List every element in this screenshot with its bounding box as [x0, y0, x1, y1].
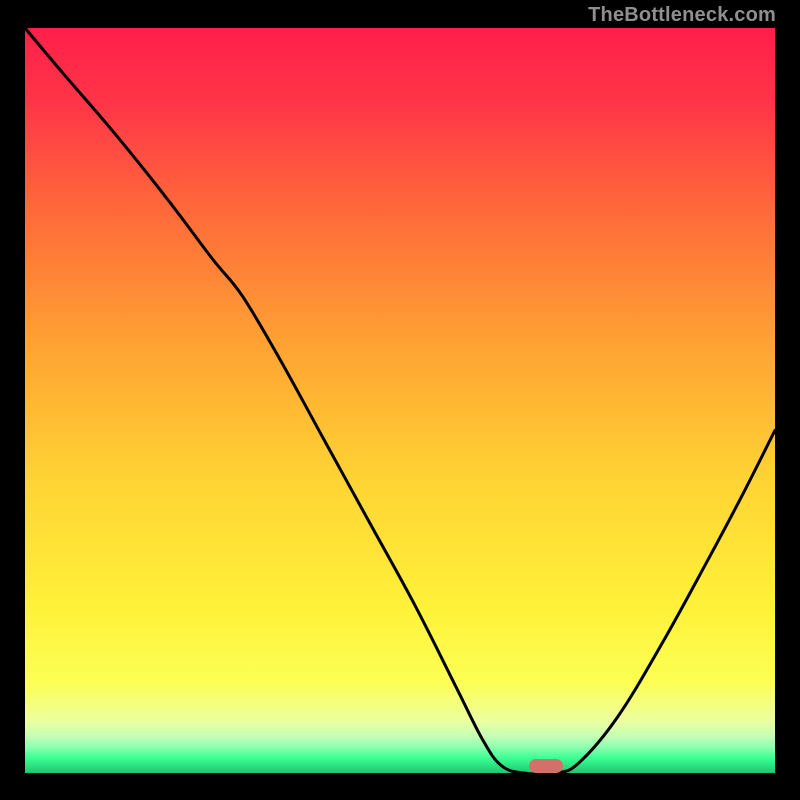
watermark-text: TheBottleneck.com [588, 4, 776, 27]
bottleneck-curve [25, 28, 775, 773]
optimal-point-marker [529, 759, 563, 773]
plot-area [25, 28, 775, 773]
chart-frame: TheBottleneck.com [0, 0, 800, 800]
